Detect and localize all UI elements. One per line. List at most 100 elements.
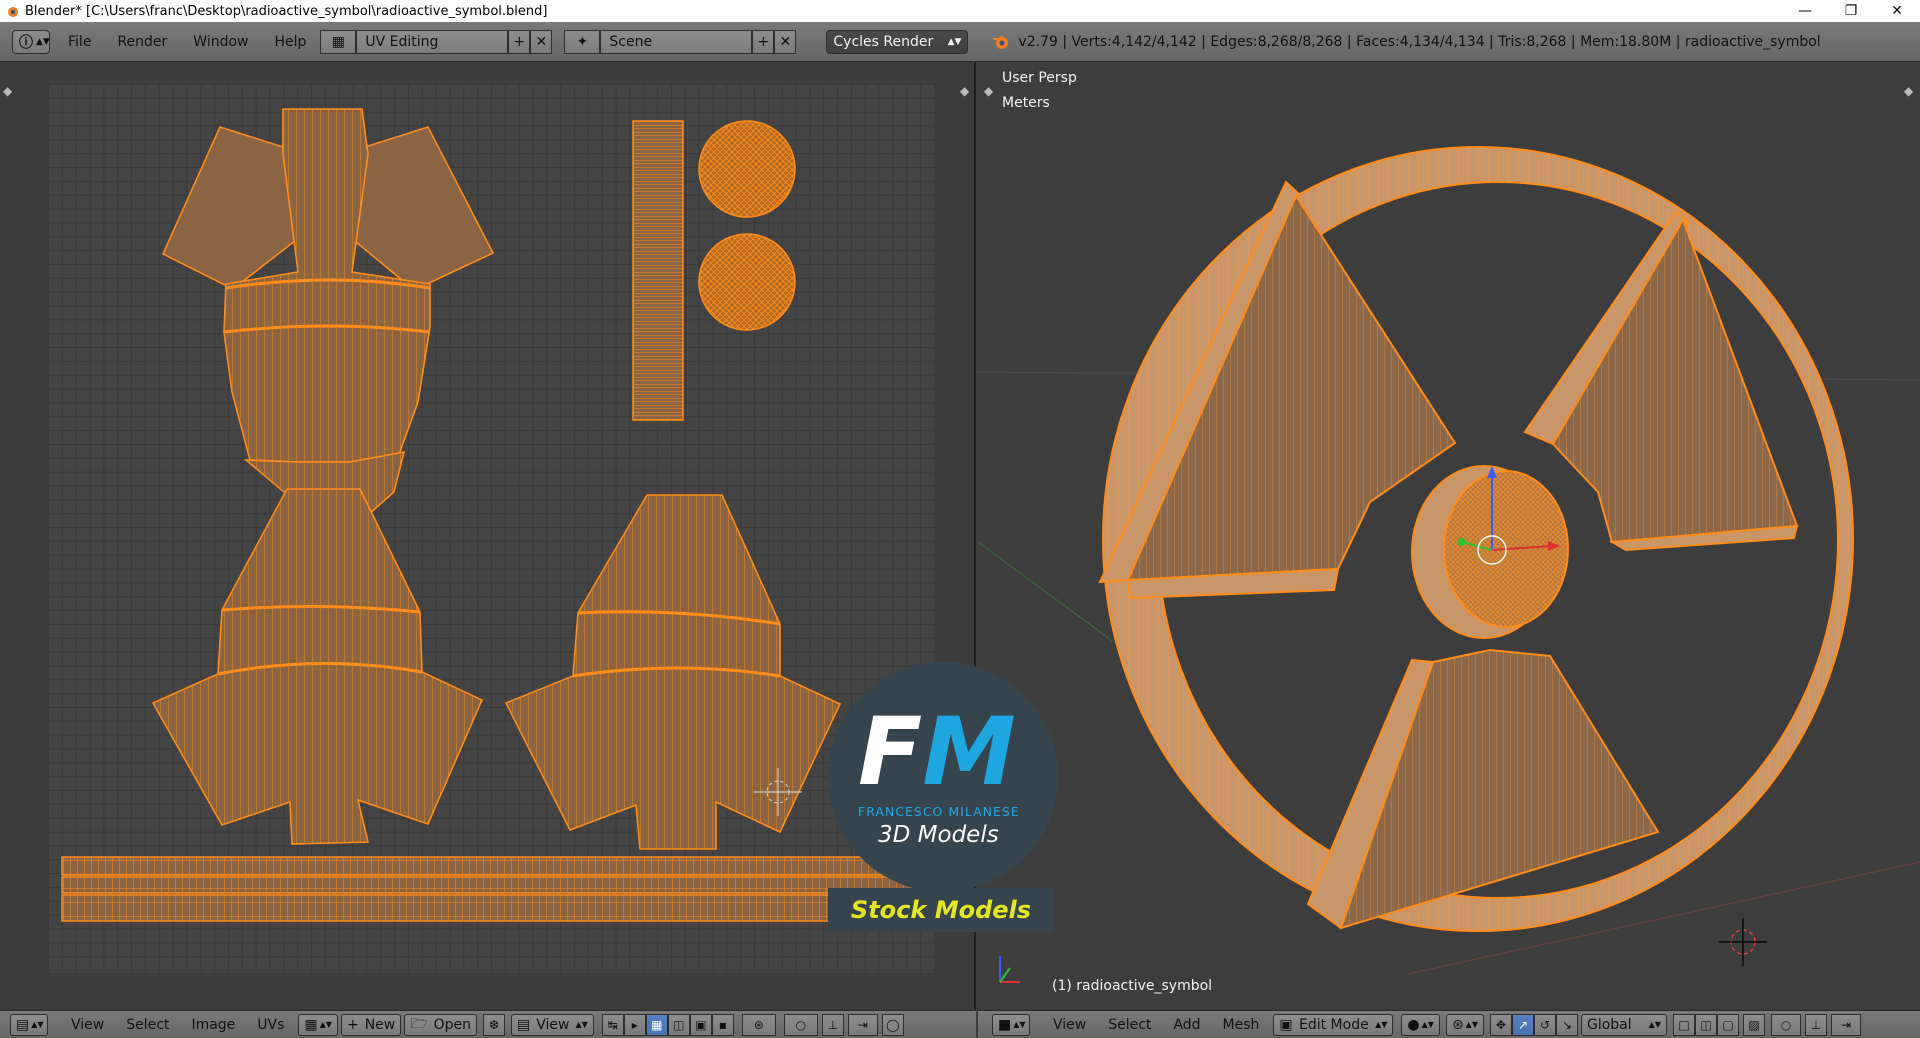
3d-menu-view[interactable]: View [1042, 1017, 1097, 1033]
delete-scene-button[interactable]: ✕ [774, 29, 797, 54]
image-browse-button[interactable]: ▦ ▲▼ [298, 1013, 338, 1036]
pin-icon[interactable]: ❆ [483, 1013, 506, 1036]
uv-sticky-select-icon[interactable]: ▪ [711, 1013, 734, 1036]
image-icon: ▦ [304, 1016, 318, 1033]
mode-dropdown[interactable]: ▣ Edit Mode ▲▼ [1273, 1013, 1394, 1036]
blender-logo-icon [8, 7, 18, 17]
watermark-logo: FM FRANCESCO MILANESE 3D Models Stock Mo… [828, 662, 1058, 932]
plus-icon: + [346, 1016, 359, 1033]
3d-view-header: ■ ▲▼ View Select Add Mesh ▣ Edit Mode ▲▼ ● ▲… [978, 1010, 1920, 1038]
transform-orientation-dropdown[interactable]: Global ▲▼ [1580, 1013, 1667, 1036]
updown-arrows-icon: ▲▼ [1648, 1020, 1661, 1029]
menu-render[interactable]: Render [107, 34, 177, 50]
snap-mode-icon[interactable]: ⇥ [1830, 1013, 1861, 1036]
new-image-button[interactable]: + New [340, 1013, 402, 1036]
updown-arrows-icon: ▲▼ [31, 1020, 44, 1029]
updown-arrows-icon: ▲▼ [1375, 1020, 1388, 1029]
manipulator-toggle-icon[interactable]: ✥ [1489, 1013, 1512, 1036]
view-mode-dropdown[interactable]: ▤ View ▲▼ [511, 1013, 594, 1036]
plus-icon: + [513, 33, 526, 50]
uv-island-select-icon[interactable]: ▣ [689, 1013, 712, 1036]
scene-icon: ✦ [576, 33, 589, 50]
info-icon: ⓘ [19, 34, 33, 51]
screen-layout-selector[interactable]: ▦ [320, 29, 357, 54]
scene-statistics: v2.79 | Verts:4,142/4,142 | Edges:8,268/… [1018, 33, 1821, 50]
pivot-point-icon[interactable]: ⊛ [741, 1013, 776, 1036]
uv-vertex-select-icon[interactable]: ▸ [623, 1013, 646, 1036]
restore-button[interactable]: ❐ [1828, 0, 1874, 22]
updown-arrows-icon: ▲▼ [319, 1020, 332, 1029]
uv-menu-image[interactable]: Image [180, 1017, 246, 1033]
folder-icon: 🗁 [410, 1015, 428, 1032]
screen-layout-field[interactable]: UV Editing [356, 29, 509, 54]
radioactive-symbol-mesh[interactable] [978, 62, 1920, 1010]
watermark-author-name: FRANCESCO MILANESE [858, 804, 1020, 819]
3d-menu-add[interactable]: Add [1162, 1017, 1211, 1033]
pivot-dropdown[interactable]: ⊛ ▲▼ [1445, 1013, 1484, 1036]
uv-edge-select-icon[interactable]: ▦ [645, 1013, 668, 1036]
blender-logo-icon [993, 34, 1009, 49]
menu-help[interactable]: Help [264, 34, 316, 50]
translate-manipulator-icon[interactable]: ↗ [1511, 1013, 1534, 1036]
scene-field[interactable]: Scene [600, 29, 753, 54]
minimize-button[interactable]: — [1782, 0, 1828, 22]
snap-icon[interactable]: ⊥ [821, 1013, 844, 1036]
uv-island-sphere-1[interactable] [698, 120, 796, 218]
axis-indicator-icon [999, 956, 1020, 983]
uv-island-sphere-2[interactable] [698, 233, 796, 331]
face-select-icon[interactable]: ▢ [1716, 1013, 1739, 1036]
x-icon: ✕ [535, 33, 548, 50]
close-button[interactable]: ✕ [1874, 0, 1920, 22]
menu-file[interactable]: File [58, 34, 101, 50]
uv-island-blade-1 [161, 108, 495, 525]
3d-cursor-icon [1719, 918, 1767, 966]
viewport-shading-dropdown[interactable]: ● ▲▼ [1401, 1013, 1440, 1036]
plus-icon: + [757, 33, 770, 50]
delete-screen-button[interactable]: ✕ [530, 29, 553, 54]
uv-editor-header: ▤ ▲▼ View Select Image UVs ▦ ▲▼ + New 🗁 Open… [0, 1010, 976, 1038]
3d-view-icon: ■ [998, 1016, 1012, 1033]
watermark-tagline: 3D Models [878, 822, 999, 848]
scale-manipulator-icon[interactable]: ↘ [1555, 1013, 1578, 1036]
scene-selector[interactable]: ✦ [564, 29, 601, 54]
watermark-banner: Stock Models [828, 888, 1054, 932]
uv-island-strip-horizontal [61, 856, 917, 922]
active-object-label: (1) radioactive_symbol [1052, 978, 1213, 994]
uv-menu-uvs[interactable]: UVs [246, 1017, 295, 1033]
uv-island-strip-vertical[interactable] [632, 120, 684, 421]
proportional-edit-icon[interactable]: ○ [783, 1013, 818, 1036]
image-editor-icon: ▤ [16, 1016, 30, 1033]
uv-menu-view[interactable]: View [60, 1017, 115, 1033]
uv-editor-type-button[interactable]: ▤ ▲▼ [10, 1013, 48, 1036]
watermark-fm-logo: FM [858, 698, 1016, 807]
menu-window[interactable]: Window [183, 34, 258, 50]
occlude-geometry-icon[interactable]: ▨ [1742, 1013, 1765, 1036]
editor-type-info-button[interactable]: ⓘ ▲▼ [12, 29, 50, 54]
vertex-select-icon[interactable]: □ [1672, 1013, 1695, 1036]
3d-editor-type-button[interactable]: ■ ▲▼ [992, 1013, 1030, 1036]
layout-grid-icon: ▦ [331, 33, 346, 50]
uv-menu-select[interactable]: Select [115, 1017, 180, 1033]
uv-island-blade-2 [151, 488, 484, 845]
add-screen-button[interactable]: + [508, 29, 531, 54]
updown-arrows-icon: ▲▼ [575, 1020, 588, 1029]
3d-menu-select[interactable]: Select [1097, 1017, 1162, 1033]
proportional-edit-icon[interactable]: ○ [1770, 1013, 1801, 1036]
updown-arrows-icon: ▲▼ [1465, 1020, 1478, 1029]
uv-sync-icon[interactable]: ↹ [601, 1013, 624, 1036]
open-image-button[interactable]: 🗁 Open [404, 1013, 478, 1036]
updown-arrows-icon: ▲▼ [1013, 1020, 1026, 1029]
snap-mode-icon[interactable]: ⇥ [847, 1013, 878, 1036]
edge-select-icon[interactable]: ◫ [1694, 1013, 1717, 1036]
uv-face-select-icon[interactable]: ◫ [667, 1013, 690, 1036]
snap-icon[interactable]: ⊥ [1804, 1013, 1827, 1036]
add-scene-button[interactable]: + [752, 29, 775, 54]
uv-island-blade-3 [504, 494, 842, 850]
overlay-icon[interactable]: ◯ [881, 1013, 904, 1036]
3d-menu-mesh[interactable]: Mesh [1212, 1017, 1271, 1033]
rotate-manipulator-icon[interactable]: ↺ [1533, 1013, 1556, 1036]
solid-shading-icon: ● [1407, 1016, 1420, 1033]
updown-arrows-icon: ▲▼ [947, 36, 962, 47]
3d-viewport[interactable]: ◆ ◆ User Persp Meters (1) radioactive_sy… [978, 62, 1920, 1010]
render-engine-dropdown[interactable]: Cycles Render ▲▼ [826, 29, 969, 54]
